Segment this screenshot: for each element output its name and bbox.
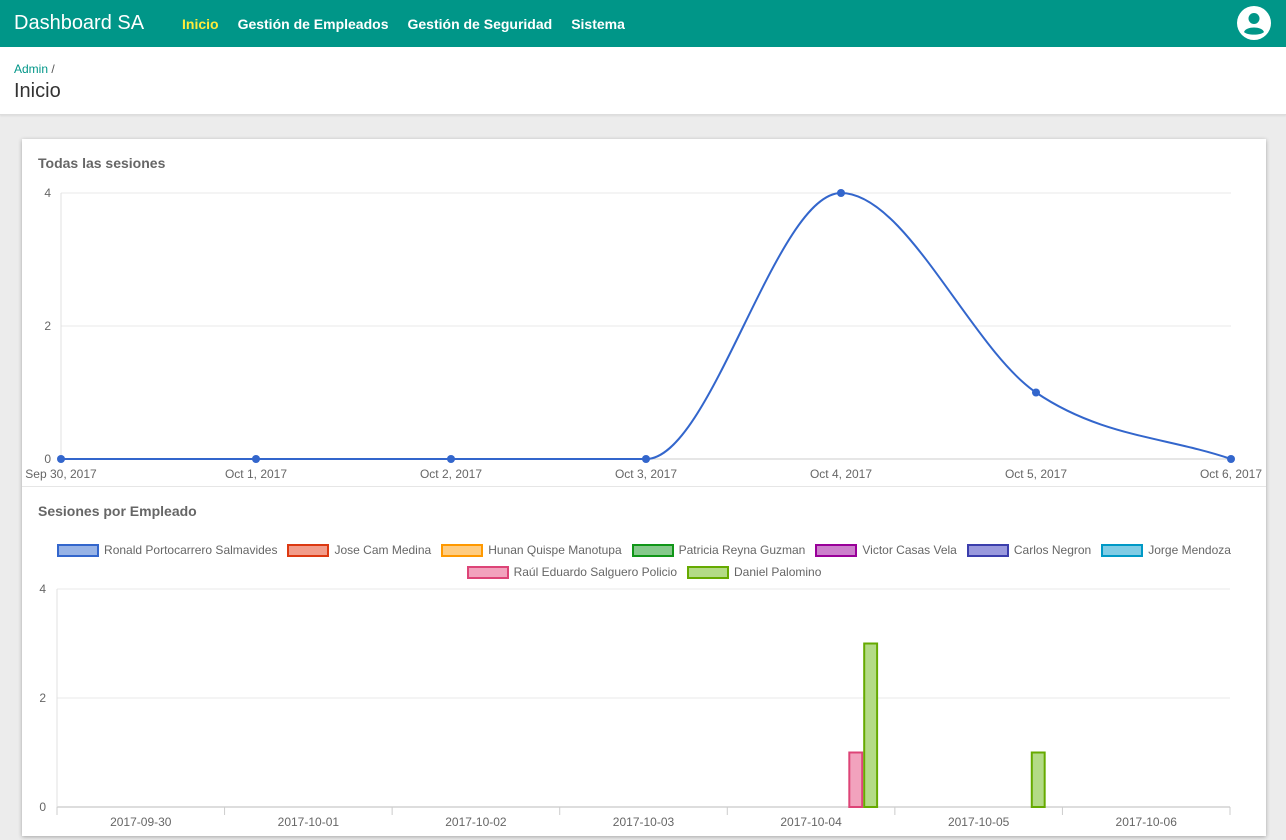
breadcrumb: Admin / [14, 62, 55, 76]
legend-swatch [687, 565, 730, 579]
x-tick-label: Oct 5, 2017 [1005, 467, 1067, 481]
employee-legend: Ronald Portocarrero Salmavides Jose Cam M… [22, 539, 1266, 583]
y-tick-label: 4 [44, 186, 51, 200]
x-tick-label: 2017-10-01 [278, 815, 340, 829]
legend-label: Ronald Portocarrero Salmavides [104, 543, 278, 557]
legend-item[interactable]: Jorge Mendoza [1101, 543, 1231, 557]
legend-swatch [966, 543, 1009, 557]
x-tick-label: 2017-10-02 [445, 815, 507, 829]
bar [1030, 751, 1046, 808]
x-tick-label: Sep 30, 2017 [25, 467, 97, 481]
legend-label: Carlos Negron [1013, 543, 1092, 557]
main-nav: Inicio Gestión de Empleados Gestión de S… [182, 16, 644, 32]
page-title: Inicio [14, 80, 61, 102]
employee-chart-title: Sesiones por Empleado [38, 503, 197, 519]
legend-item[interactable]: Victor Casas Vela [815, 543, 957, 557]
y-tick-label: 2 [39, 691, 46, 705]
legend-label: Victor Casas Vela [862, 543, 957, 557]
data-point [1227, 455, 1235, 463]
legend-label: Jorge Mendoza [1148, 543, 1231, 557]
data-point [57, 455, 65, 463]
legend-label: Patricia Reyna Guzman [678, 543, 806, 557]
legend-item[interactable]: Patricia Reyna Guzman [631, 543, 806, 557]
x-tick-label: 2017-10-05 [948, 815, 1010, 829]
nav-sistema[interactable]: Sistema [571, 16, 625, 32]
x-tick-label: 2017-10-04 [780, 815, 842, 829]
data-point [837, 189, 845, 197]
data-point [642, 455, 650, 463]
nav-inicio[interactable]: Inicio [182, 16, 219, 32]
brand-title[interactable]: Dashboard SA [14, 12, 182, 35]
data-point [252, 455, 260, 463]
y-tick-label: 2 [44, 319, 51, 333]
nav-gestion-empleados[interactable]: Gestión de Empleados [238, 16, 389, 32]
legend-label: Raúl Eduardo Salguero Policio [513, 565, 678, 579]
sessions-line-chart: 0 2 4 Sep 30, 2017 Oct 1, 2017 Oct 2, 2017 Oct… [25, 186, 1262, 481]
nav-gestion-seguridad[interactable]: Gestión de Seguridad [408, 16, 553, 32]
legend-swatch [631, 543, 674, 557]
legend-swatch [57, 543, 100, 557]
legend-swatch [815, 543, 858, 557]
legend-item[interactable]: Raúl Eduardo Salguero Policio [466, 565, 678, 579]
top-navbar: Dashboard SA Inicio Gestión de Empleados… [0, 0, 1286, 47]
breadcrumb-admin-link[interactable]: Admin [14, 62, 48, 76]
legend-item[interactable]: Ronald Portocarrero Salmavides [57, 543, 277, 557]
y-tick-label: 0 [39, 800, 46, 814]
legend-swatch [287, 543, 330, 557]
x-tick-label: Oct 6, 2017 [1200, 467, 1262, 481]
data-point [1032, 388, 1040, 397]
x-tick-label: 2017-09-30 [110, 815, 172, 829]
y-tick-label: 0 [44, 452, 51, 466]
x-tick-label: 2017-10-03 [613, 815, 675, 829]
x-tick-label: 2017-10-06 [1116, 815, 1178, 829]
legend-label: Daniel Palomino [734, 565, 822, 579]
legend-label: Jose Cam Medina [334, 543, 432, 557]
x-tick-label: Oct 2, 2017 [420, 467, 482, 481]
account-circle-icon[interactable] [1237, 6, 1271, 40]
legend-swatch [466, 565, 509, 579]
y-tick-label: 4 [39, 582, 46, 596]
legend-label: Hunan Quispe Manotupa [488, 543, 622, 557]
breadcrumb-separator: / [51, 62, 55, 76]
legend-item[interactable]: Jose Cam Medina [287, 543, 431, 557]
legend-item[interactable]: Carlos Negron [966, 543, 1092, 557]
page-header: Admin / Inicio [0, 47, 1286, 115]
legend-row: Raúl Eduardo Salguero Policio Daniel Palo… [22, 561, 1266, 583]
section-divider [22, 486, 1266, 487]
charts-card: Todas las sesiones 0 2 4 Sep 30, 2017 Oct 1,… [22, 139, 1266, 836]
x-tick-label: Oct 1, 2017 [225, 467, 287, 481]
legend-row: Ronald Portocarrero Salmavides Jose Cam M… [22, 539, 1266, 561]
x-tick-label: Oct 4, 2017 [810, 467, 872, 481]
legend-swatch [1101, 543, 1144, 557]
bar [863, 642, 879, 808]
legend-item[interactable]: Hunan Quispe Manotupa [441, 543, 622, 557]
data-point [447, 455, 455, 463]
legend-swatch [441, 543, 484, 557]
x-tick-label: Oct 3, 2017 [615, 467, 677, 481]
bar [848, 751, 864, 808]
legend-item[interactable]: Daniel Palomino [687, 565, 821, 579]
